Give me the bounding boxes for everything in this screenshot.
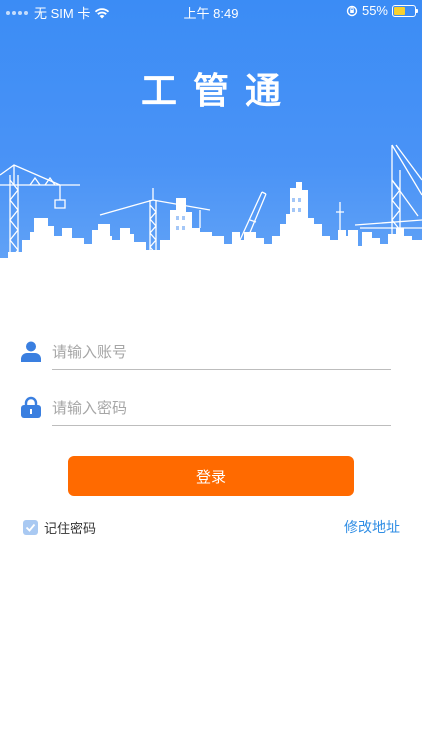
login-button[interactable]: 登录 — [68, 456, 354, 496]
account-input[interactable] — [52, 334, 391, 370]
battery-icon — [392, 4, 418, 17]
status-right: 55% — [346, 3, 418, 18]
city-skyline-illustration — [0, 144, 422, 300]
checkmark-icon — [25, 523, 36, 532]
modify-address-link[interactable]: 修改地址 — [344, 517, 400, 537]
orientation-lock-icon — [346, 5, 358, 16]
lock-icon — [21, 396, 41, 418]
status-bar: 无 SIM 卡 上午 8:49 55% — [0, 0, 422, 22]
remember-checkbox[interactable] — [23, 520, 38, 535]
password-field — [20, 390, 391, 426]
battery-percent: 55% — [361, 3, 388, 18]
header-banner: 无 SIM 卡 上午 8:49 55% 工管通 — [0, 0, 422, 300]
account-field — [20, 334, 391, 370]
password-input[interactable] — [52, 390, 391, 426]
app-title: 工管通 — [140, 71, 297, 112]
remember-label: 记住密码 — [44, 522, 97, 537]
user-icon — [21, 341, 41, 362]
remember-password-toggle[interactable]: 记住密码 — [23, 518, 96, 537]
